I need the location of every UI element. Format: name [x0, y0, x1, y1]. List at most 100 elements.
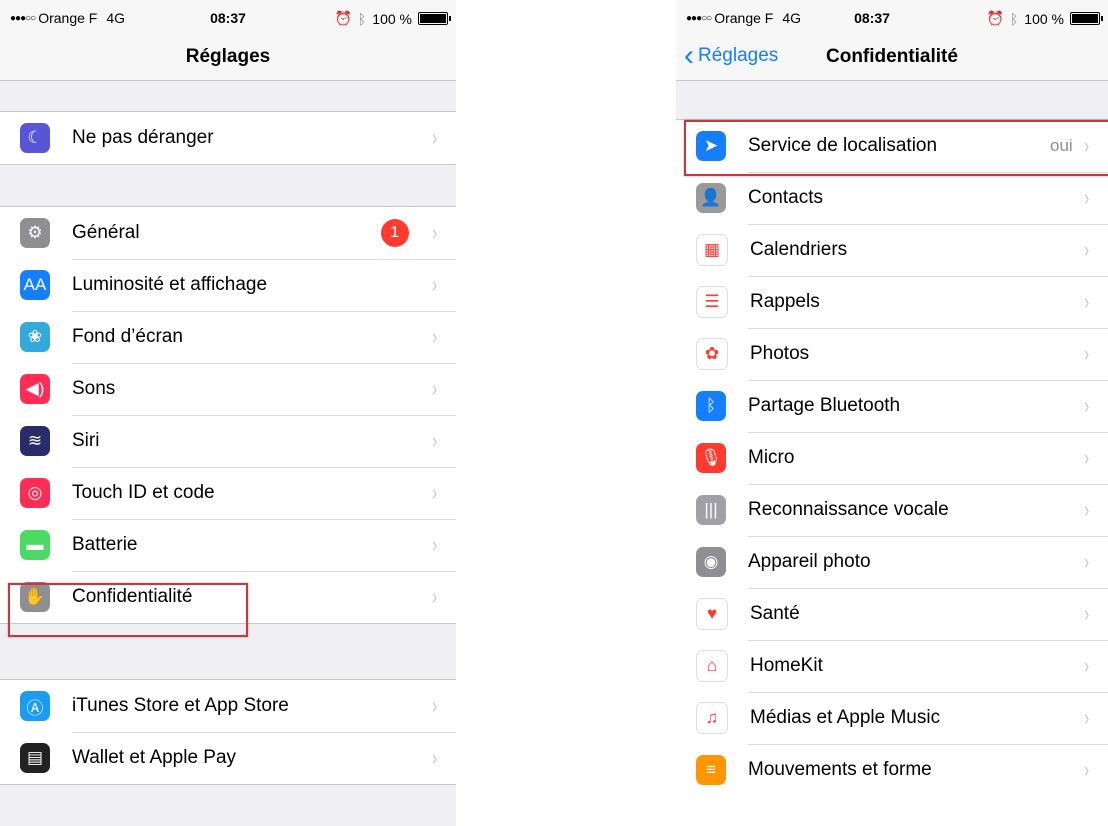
chevron-right-icon: ›: [1083, 653, 1089, 678]
row-label: Luminosité et affichage: [72, 274, 268, 295]
page-title: Réglages: [185, 46, 271, 67]
settings-row-calendar[interactable]: ▦ Calendriers ›: [676, 224, 1108, 276]
chevron-right-icon: ›: [1083, 393, 1089, 418]
settings-row-microphone[interactable]: 🎙 Micro ›: [676, 432, 1108, 484]
settings-row-motion[interactable]: ≡ Mouvements et forme ›: [676, 744, 1108, 790]
settings-row-moon[interactable]: ☾ Ne pas déranger ›: [0, 112, 456, 164]
alarm-icon: ⏰: [986, 10, 1004, 26]
highlight-confidentialite: [8, 583, 248, 637]
fingerprint-icon: ◎: [20, 478, 50, 508]
chevron-right-icon: ›: [431, 125, 437, 150]
row-label: Médias et Apple Music: [750, 707, 941, 728]
row-label: Calendriers: [750, 239, 848, 260]
back-label: Réglages: [698, 45, 779, 66]
bluetooth-status-icon: ᛒ: [1009, 10, 1019, 27]
chevron-right-icon: ›: [431, 532, 437, 557]
bluetooth-icon: ᛒ: [696, 391, 726, 421]
chevron-right-icon: ›: [431, 745, 437, 770]
nav-bar: ‹ Réglages Confidentialité: [676, 36, 1108, 81]
settings-row-reminders[interactable]: ☰ Rappels ›: [676, 276, 1108, 328]
chevron-right-icon: ›: [431, 428, 437, 453]
settings-row-wallpaper[interactable]: ❀ Fond d’écran ›: [0, 311, 456, 363]
settings-row-music[interactable]: ♫ Médias et Apple Music ›: [676, 692, 1108, 744]
chevron-right-icon: ›: [431, 220, 437, 245]
chevron-right-icon: ›: [1083, 237, 1089, 262]
settings-row-heart[interactable]: ♥ Santé ›: [676, 588, 1108, 640]
bluetooth-status-icon: ᛒ: [357, 10, 367, 27]
battery-percent: 100 %: [372, 10, 412, 27]
row-label: Santé: [750, 603, 800, 624]
notification-badge: 1: [380, 219, 409, 247]
settings-row-gear[interactable]: ⚙ Général 1 ›: [0, 207, 456, 259]
row-label: HomeKit: [750, 655, 823, 676]
settings-row-photos[interactable]: ✿ Photos ›: [676, 328, 1108, 380]
music-icon: ♫: [696, 702, 728, 734]
settings-row-display[interactable]: AA Luminosité et affichage ›: [0, 259, 456, 311]
chevron-right-icon: ›: [1083, 445, 1089, 470]
settings-row-waveform[interactable]: ||| Reconnaissance vocale ›: [676, 484, 1108, 536]
nav-bar: Réglages: [0, 36, 456, 81]
status-bar: ●●●○○ Orange F 4G 08:37 ⏰ ᛒ 100 %: [0, 0, 456, 36]
privacy-list: ➤ Service de localisation oui › 👤 Contacts › ▦ C…: [676, 119, 1108, 790]
chevron-right-icon: ›: [1083, 289, 1089, 314]
settings-row-camera[interactable]: ◉ Appareil photo ›: [676, 536, 1108, 588]
back-button[interactable]: ‹ Réglages: [684, 39, 779, 72]
row-label: Mouvements et forme: [748, 759, 932, 780]
settings-row-wallet[interactable]: ▤ Wallet et Apple Pay ›: [0, 732, 456, 784]
battery-percent: 100 %: [1024, 10, 1064, 27]
row-label: Partage Bluetooth: [748, 395, 901, 416]
gear-icon: ⚙: [20, 218, 50, 248]
settings-group-general: ⚙ Général 1 › AA Luminosité et affichage › ❀ Fon…: [0, 206, 456, 624]
row-label: iTunes Store et App Store: [72, 695, 289, 716]
settings-row-home[interactable]: ⌂ HomeKit ›: [676, 640, 1108, 692]
settings-row-siri[interactable]: ≋ Siri ›: [0, 415, 456, 467]
waveform-icon: |||: [696, 495, 726, 525]
reminders-icon: ☰: [696, 286, 728, 318]
settings-row-fingerprint[interactable]: ◎ Touch ID et code ›: [0, 467, 456, 519]
appstore-icon: Ⓐ: [20, 691, 50, 721]
settings-row-speaker[interactable]: ◀) Sons ›: [0, 363, 456, 415]
privacy-screen: ●●●○○ Orange F 4G 08:37 ⏰ ᛒ 100 % ‹ Régl…: [676, 0, 1108, 790]
chevron-right-icon: ›: [431, 693, 437, 718]
row-label: Batterie: [72, 534, 138, 555]
settings-group-dnd: ☾ Ne pas déranger ›: [0, 111, 456, 165]
row-label: Ne pas déranger: [72, 127, 214, 148]
row-label: Sons: [72, 378, 116, 399]
chevron-right-icon: ›: [431, 584, 437, 609]
chevron-right-icon: ›: [431, 324, 437, 349]
row-label: Fond d’écran: [72, 326, 183, 347]
chevron-right-icon: ›: [1083, 185, 1089, 210]
row-label: Reconnaissance vocale: [748, 499, 949, 520]
settings-row-contacts[interactable]: 👤 Contacts ›: [676, 172, 1108, 224]
microphone-icon: 🎙: [696, 443, 726, 473]
chevron-right-icon: ›: [1083, 341, 1089, 366]
home-icon: ⌂: [696, 650, 728, 682]
contacts-icon: 👤: [696, 183, 726, 213]
status-bar: ●●●○○ Orange F 4G 08:37 ⏰ ᛒ 100 %: [676, 0, 1108, 36]
row-label: Appareil photo: [748, 551, 871, 572]
chevron-right-icon: ›: [1083, 757, 1089, 782]
row-label: Général: [72, 222, 140, 243]
settings-screen: ●●●○○ Orange F 4G 08:37 ⏰ ᛒ 100 % Réglag…: [0, 0, 456, 826]
settings-group-stores: ⒶiTunes Store et App Store › ▤ Wallet et Ap…: [0, 679, 456, 785]
speaker-icon: ◀): [20, 374, 50, 404]
chevron-left-icon: ‹: [684, 39, 694, 72]
settings-row-battery[interactable]: ▬ Batterie ›: [0, 519, 456, 571]
row-label: Contacts: [748, 187, 823, 208]
chevron-right-icon: ›: [431, 376, 437, 401]
wallet-icon: ▤: [20, 743, 50, 773]
row-label: Micro: [748, 447, 795, 468]
photos-icon: ✿: [696, 338, 728, 370]
camera-icon: ◉: [696, 547, 726, 577]
heart-icon: ♥: [696, 598, 728, 630]
settings-row-appstore[interactable]: ⒶiTunes Store et App Store ›: [0, 680, 456, 732]
motion-icon: ≡: [696, 755, 726, 785]
chevron-right-icon: ›: [1083, 497, 1089, 522]
battery-status-icon: [418, 12, 451, 25]
battery-icon: ▬: [20, 530, 50, 560]
alarm-icon: ⏰: [334, 10, 352, 26]
siri-icon: ≋: [20, 426, 50, 456]
chevron-right-icon: ›: [1083, 705, 1089, 730]
settings-row-bluetooth[interactable]: ᛒ Partage Bluetooth ›: [676, 380, 1108, 432]
chevron-right-icon: ›: [431, 272, 437, 297]
